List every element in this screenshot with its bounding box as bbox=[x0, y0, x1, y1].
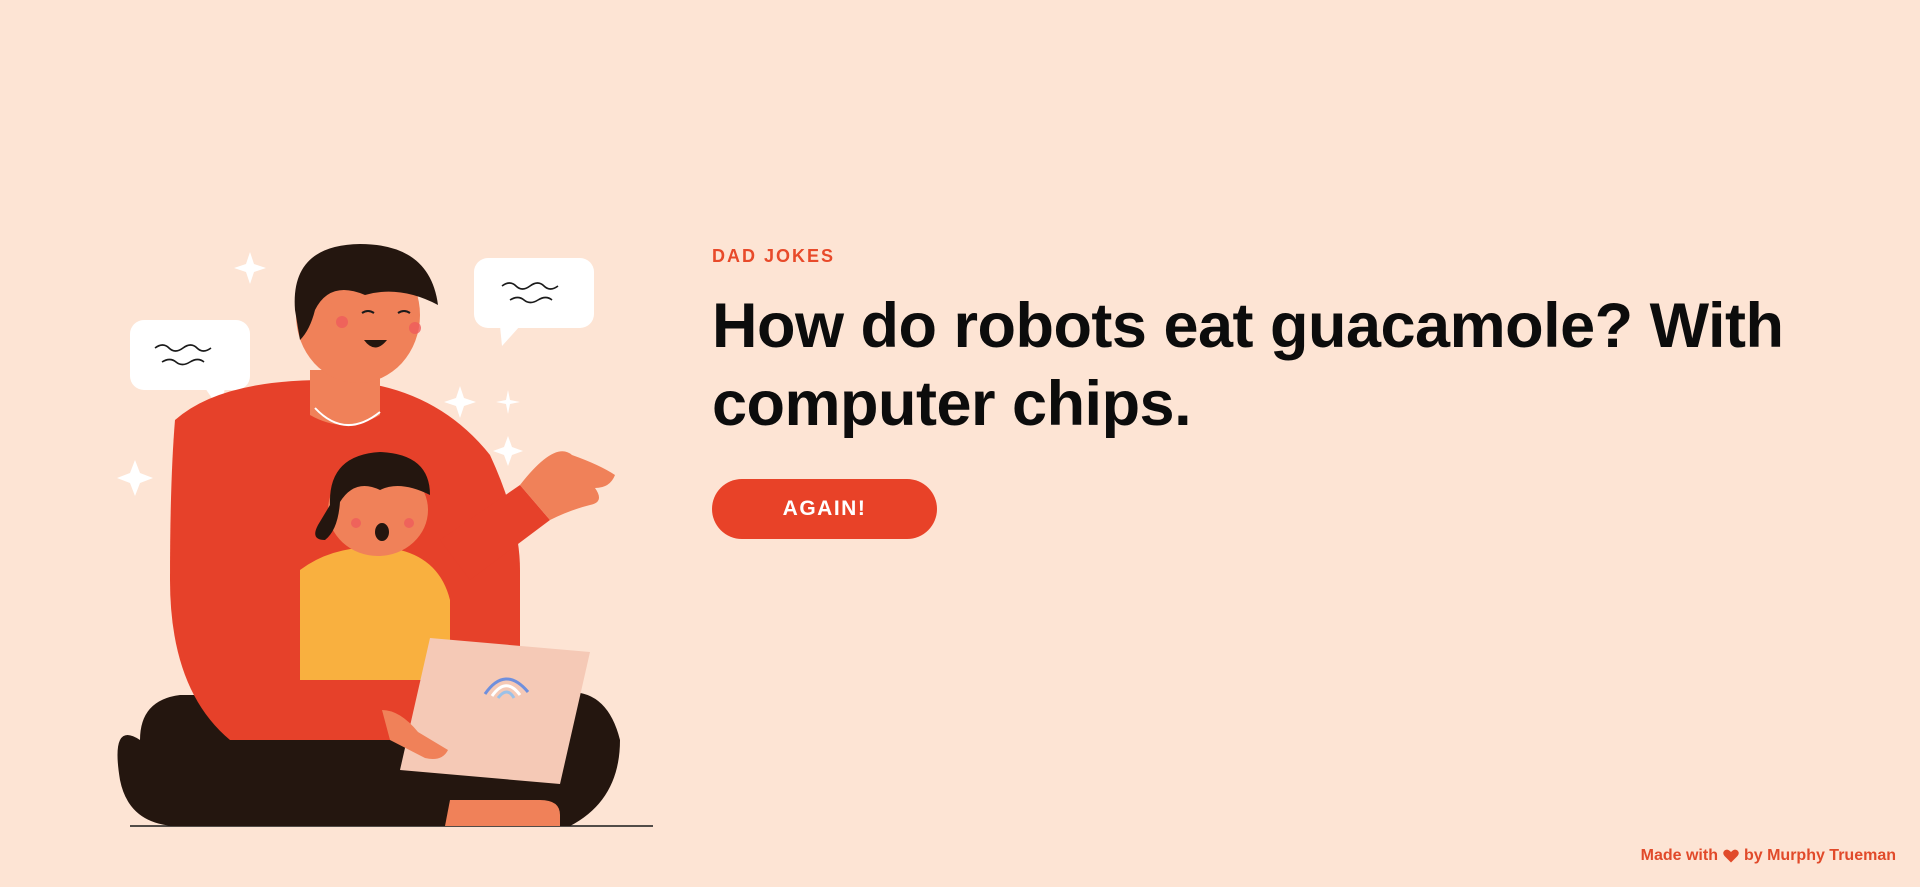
father-reading-to-child-illustration bbox=[117, 244, 653, 827]
footer-credit: Made with by Murphy Trueman bbox=[1641, 847, 1896, 865]
joke-text: How do robots eat guacamole? With comput… bbox=[712, 291, 1784, 439]
footer-prefix: Made with bbox=[1640, 847, 1718, 864]
joke-section: DAD JOKES How do robots eat guacamole? W… bbox=[712, 246, 1872, 539]
page: DAD JOKES How do robots eat guacamole? W… bbox=[0, 0, 1920, 887]
heart-icon bbox=[1723, 849, 1739, 863]
again-button[interactable]: AGAIN! bbox=[712, 479, 937, 539]
section-eyebrow: DAD JOKES bbox=[712, 246, 836, 266]
footer-author[interactable]: by Murphy Trueman bbox=[1744, 847, 1896, 865]
